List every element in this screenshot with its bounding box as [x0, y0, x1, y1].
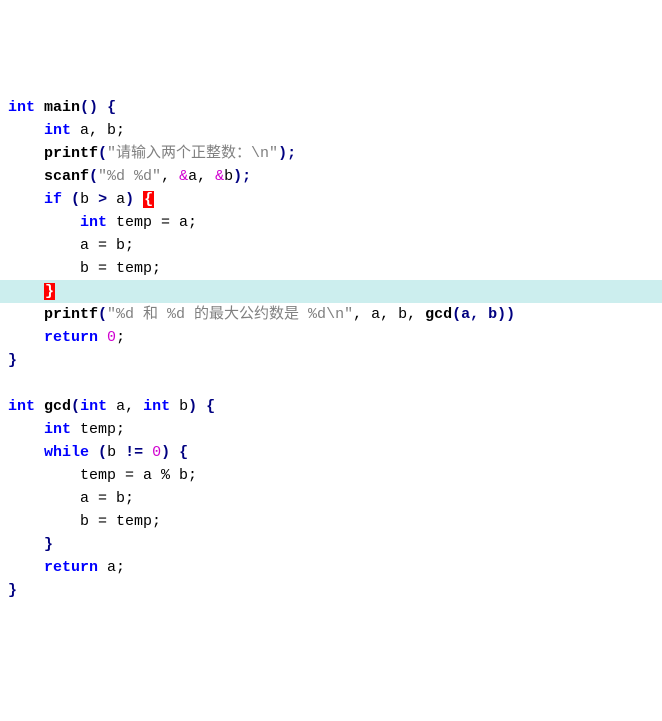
code-line: a = b;: [8, 490, 134, 507]
code-line: int temp = a;: [8, 214, 197, 231]
code-line: printf("%d 和 %d 的最大公约数是 %d\n", a, b, gcd…: [8, 306, 515, 323]
matching-brace-open: {: [143, 191, 154, 208]
code-line: scanf("%d %d", &a, &b);: [8, 168, 251, 185]
code-line: b = temp;: [8, 260, 161, 277]
code-line: a = b;: [8, 237, 134, 254]
code-line: int a, b;: [8, 122, 125, 139]
code-line: temp = a % b;: [8, 467, 197, 484]
code-line: int temp;: [8, 421, 125, 438]
code-line-highlighted: }: [0, 280, 662, 303]
code-line: return a;: [8, 559, 125, 576]
code-line: int gcd(int a, int b) {: [8, 398, 215, 415]
code-line: }: [8, 582, 17, 599]
code-line: }: [8, 352, 17, 369]
code-line: b = temp;: [8, 513, 161, 530]
code-line: int main() {: [8, 99, 116, 116]
code-line: while (b != 0) {: [8, 444, 188, 461]
matching-brace-close: }: [44, 283, 55, 300]
code-line: return 0;: [8, 329, 125, 346]
code-line: if (b > a) {: [8, 191, 154, 208]
code-line: }: [8, 536, 53, 553]
code-editor[interactable]: int main() { int a, b; printf("请输入两个正整数：…: [8, 96, 654, 602]
code-line: printf("请输入两个正整数：\n");: [8, 145, 296, 162]
